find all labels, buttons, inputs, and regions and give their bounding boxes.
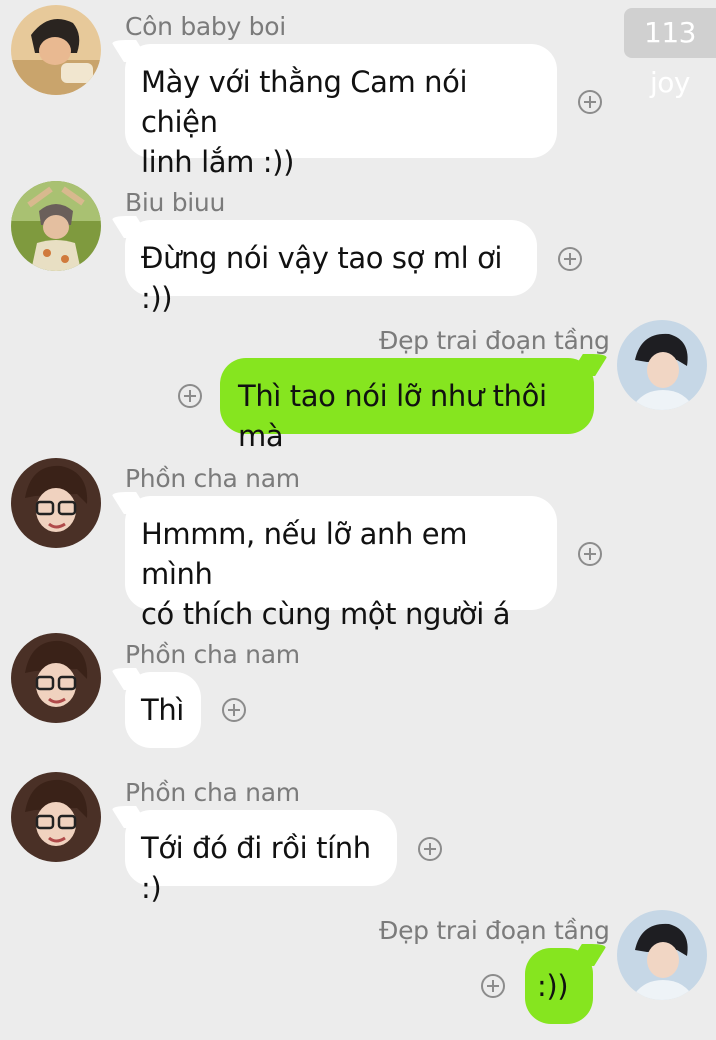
avatar[interactable] [11, 458, 101, 548]
add-reaction-icon[interactable] [578, 90, 602, 114]
avatar-photo-icon [11, 772, 101, 862]
message-text-line: :)) [537, 969, 569, 1003]
message-bubble[interactable]: Hmmm, nếu lỡ anh em mình có thích cùng m… [125, 496, 557, 631]
message-text-line: Đừng nói vậy tao sợ ml ơi :)) [141, 241, 503, 315]
message-bubble[interactable]: Đừng nói vậy tao sợ ml ơi :)) [125, 220, 537, 315]
message-text-line: Thì tao nói lỡ như thôi mà [238, 379, 547, 453]
add-reaction-icon[interactable] [481, 974, 505, 998]
add-reaction-icon[interactable] [222, 698, 246, 722]
message-bubble[interactable]: Tới đó đi rồi tính :) [125, 810, 397, 905]
message-text-line: Mày với thằng Cam nói chiện [141, 65, 468, 139]
avatar[interactable] [11, 772, 101, 862]
avatar-photo-icon [11, 5, 101, 95]
add-reaction-icon[interactable] [558, 247, 582, 271]
message-bubble[interactable]: :)) [525, 948, 593, 1024]
message-bubble[interactable]: Thì tao nói lỡ như thôi mà [220, 358, 594, 453]
avatar[interactable] [11, 633, 101, 723]
avatar[interactable] [617, 320, 707, 410]
message-text-line: linh lắm :)) [141, 145, 294, 179]
message-text-line: Thì [141, 693, 184, 727]
sender-name: Côn baby boi [125, 12, 286, 41]
avatar-photo-icon [11, 181, 101, 271]
sender-name: Biu biuu [125, 188, 225, 217]
sender-name: Đẹp trai đoạn tầng [379, 326, 610, 355]
avatar-photo-icon [617, 910, 707, 1000]
add-reaction-icon[interactable] [578, 542, 602, 566]
avatar[interactable] [11, 181, 101, 271]
avatar[interactable] [617, 910, 707, 1000]
avatar[interactable] [11, 5, 101, 95]
sender-name: Phồn cha nam [125, 778, 300, 807]
reaction-count-badge: 113 joy [624, 8, 716, 99]
avatar-photo-icon [11, 633, 101, 723]
message-text-line: có thích cùng một người á [141, 597, 511, 631]
avatar-photo-icon [617, 320, 707, 410]
sender-name: Đẹp trai đoạn tầng [379, 916, 610, 945]
add-reaction-icon[interactable] [178, 384, 202, 408]
avatar-photo-icon [11, 458, 101, 548]
add-reaction-icon[interactable] [418, 837, 442, 861]
message-bubble[interactable]: Thì [125, 672, 201, 748]
message-text-line: Tới đó đi rồi tính :) [141, 831, 371, 905]
sender-name: Phồn cha nam [125, 464, 300, 493]
message-text-line: Hmmm, nếu lỡ anh em mình [141, 517, 468, 591]
message-bubble[interactable]: Mày với thằng Cam nói chiện linh lắm :)) [125, 44, 557, 179]
sender-name: Phồn cha nam [125, 640, 300, 669]
